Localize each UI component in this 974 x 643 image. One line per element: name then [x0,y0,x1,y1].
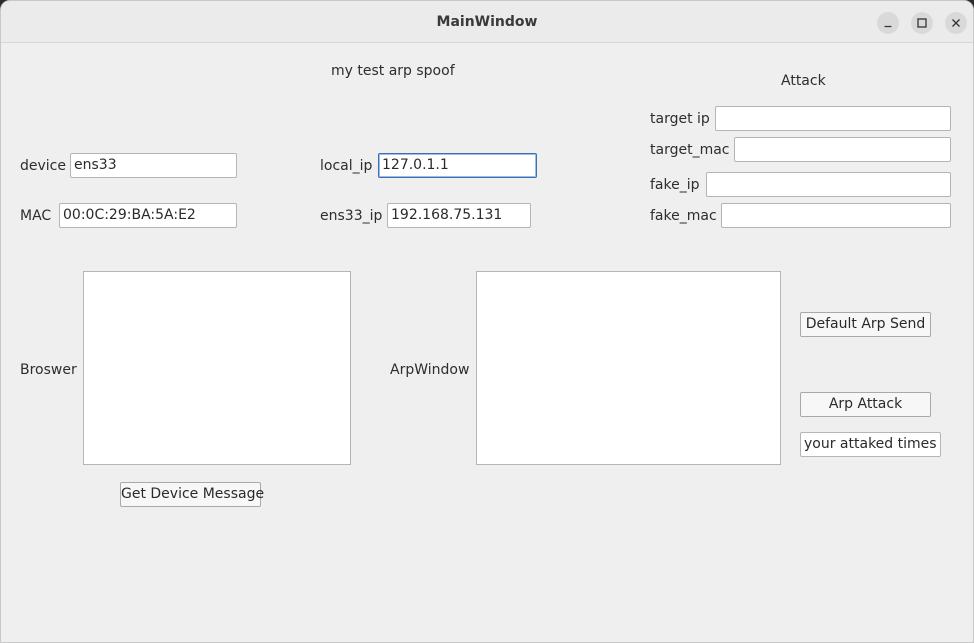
attack-heading: Attack [781,73,826,89]
arp-window-text-area[interactable] [476,271,781,465]
fake-ip-label: fake_ip [650,177,700,193]
local-ip-label: local_ip [320,158,373,174]
maximize-button[interactable] [911,12,933,34]
get-device-message-button[interactable]: Get Device Message [120,482,264,507]
fake-ip-field[interactable] [706,172,951,197]
local-ip-field[interactable]: 127.0.1.1 [378,153,537,178]
ens33-ip-label: ens33_ip [320,208,383,224]
arp-attack-button[interactable]: Arp Attack [800,392,931,417]
minimize-button[interactable] [877,12,899,34]
ens33-ip-field[interactable]: 192.168.75.131 [387,203,531,228]
page-heading: my test arp spoof [331,63,455,79]
target-mac-field[interactable] [734,137,951,162]
browser-text-area[interactable] [83,271,351,465]
maximize-icon [917,18,927,28]
close-button[interactable] [945,12,967,34]
default-arp-send-button[interactable]: Default Arp Send [800,312,931,337]
close-icon [952,19,960,27]
mac-field[interactable]: 00:0C:29:BA:5A:E2 [59,203,237,228]
minimize-icon [884,25,892,28]
target-ip-label: target ip [650,111,710,127]
device-label: device [20,158,66,174]
title-bar[interactable]: MainWindow [1,1,973,43]
browser-label: Broswer [20,362,77,378]
fake-mac-field[interactable] [721,203,951,228]
device-field[interactable]: ens33 [70,153,237,178]
target-mac-label: target_mac [650,142,730,158]
main-window: MainWindow my test arp spoof Attack devi… [0,0,974,643]
mac-label: MAC [20,208,52,224]
target-ip-field[interactable] [715,106,951,131]
window-title: MainWindow [436,14,538,30]
arp-window-label: ArpWindow [390,362,470,378]
attack-count-field[interactable]: your attaked times [800,432,941,457]
fake-mac-label: fake_mac [650,208,717,224]
